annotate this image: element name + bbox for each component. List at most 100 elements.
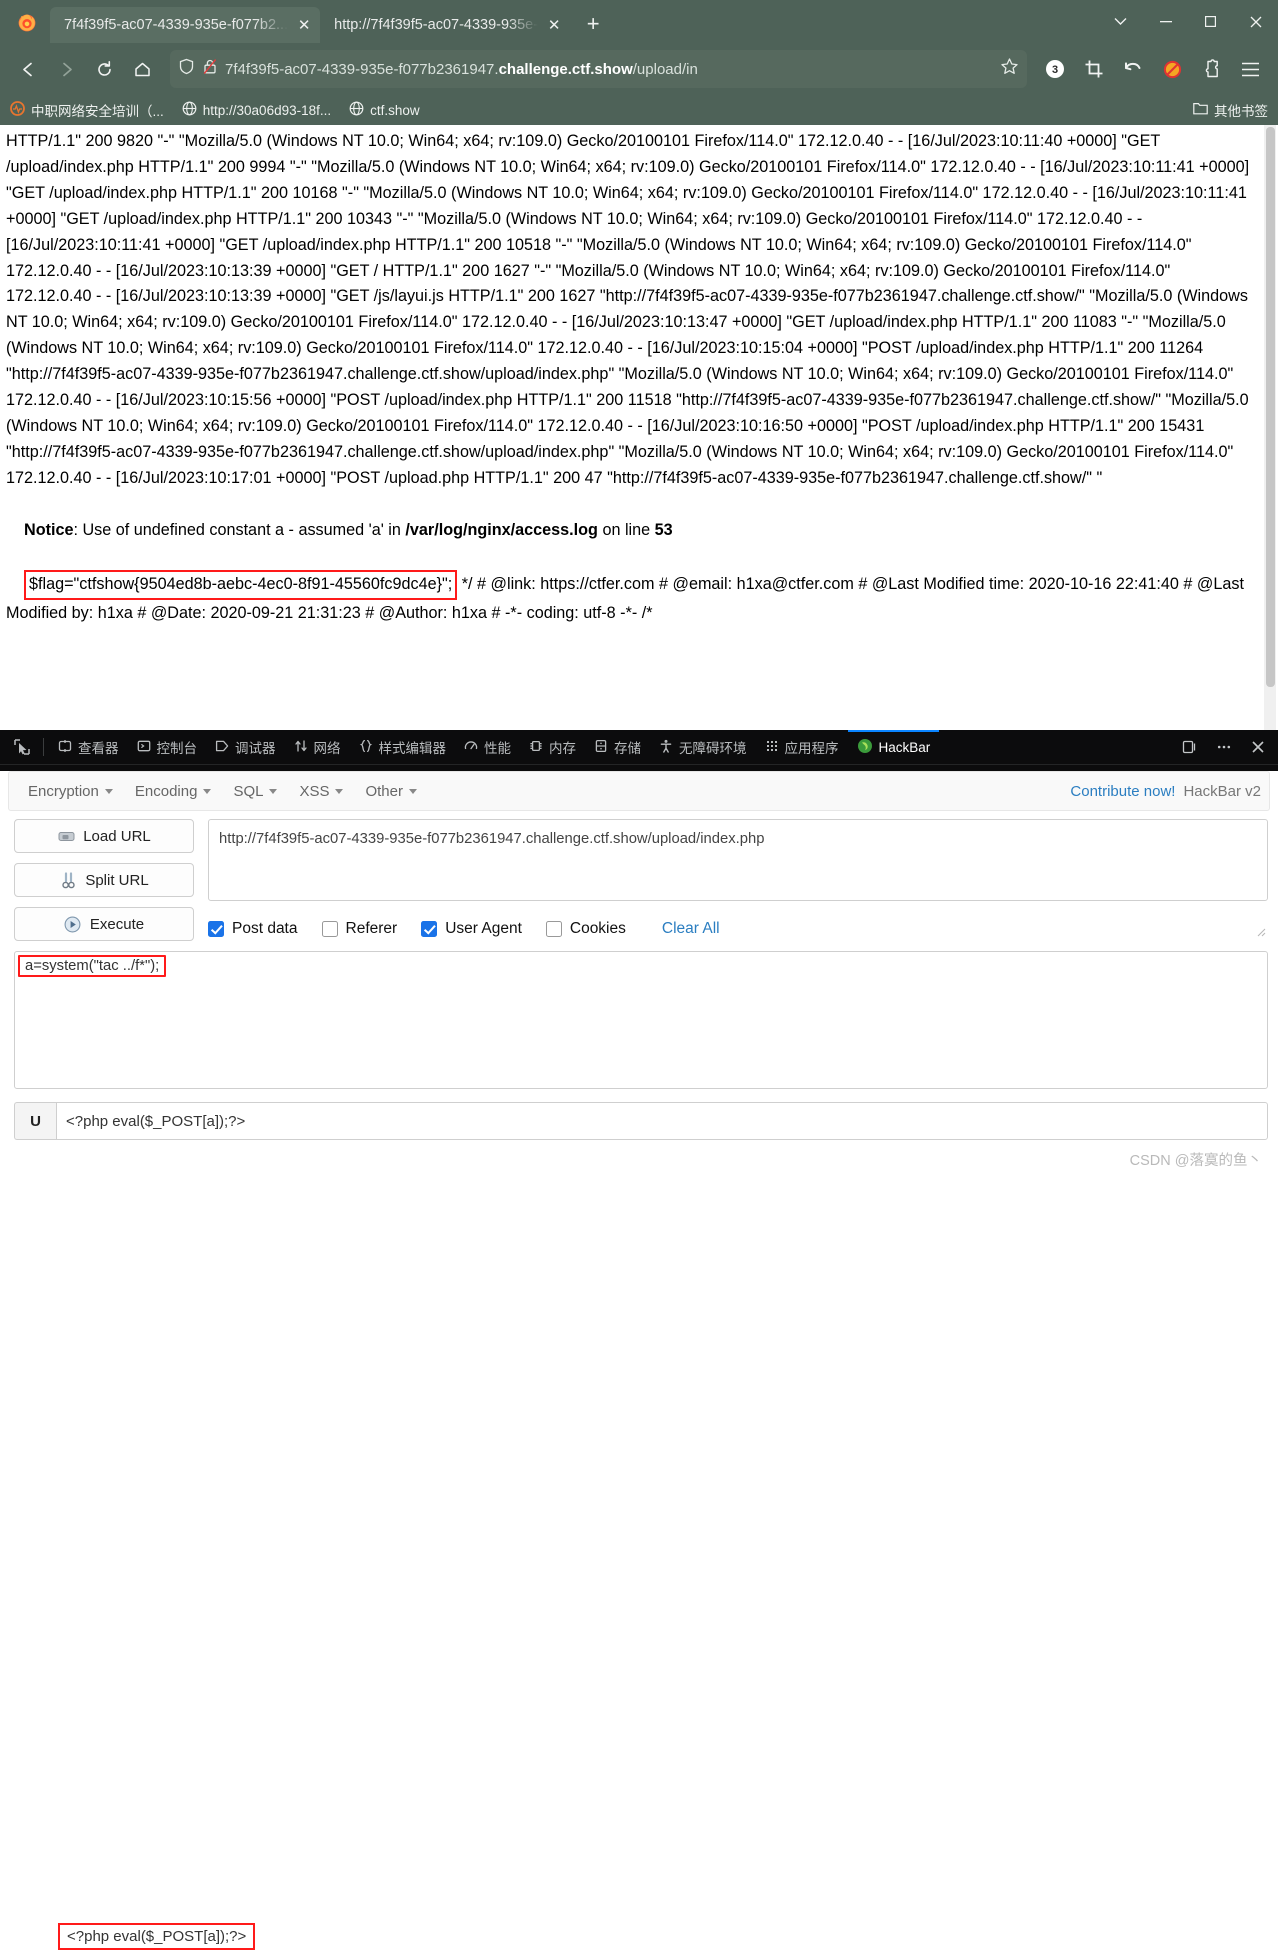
url-text[interactable]: 7f4f39f5-ac07-4339-935e-f077b2361947.cha… — [225, 61, 993, 78]
forward-button-icon[interactable] — [48, 51, 84, 87]
devtools-tab-console[interactable]: 控制台 — [128, 730, 207, 765]
devtools-tab-application[interactable]: 应用程序 — [756, 730, 848, 765]
browser-tab-1[interactable]: http://7f4f39f5-ac07-4339-935e- ✕ — [320, 7, 570, 43]
accessibility-icon — [659, 739, 673, 756]
bookmark-item-2[interactable]: ctf.show — [349, 101, 420, 119]
more-options-icon[interactable] — [1208, 732, 1240, 762]
maximize-window-icon[interactable] — [1188, 0, 1233, 43]
devtools-tab-inspector[interactable]: 查看器 — [49, 730, 128, 765]
devtools-tab-label: 应用程序 — [784, 741, 839, 756]
execute-button[interactable]: Execute — [14, 907, 194, 941]
shield-icon[interactable] — [178, 58, 195, 80]
access-log-text: HTTP/1.1" 200 9820 "-" "Mozilla/5.0 (Win… — [6, 129, 1260, 653]
chevron-down-icon — [408, 788, 417, 794]
devtools-tab-memory[interactable]: 内存 — [520, 730, 585, 765]
screenshot-crop-icon[interactable] — [1076, 51, 1112, 87]
cookies-checkbox[interactable]: Cookies — [545, 920, 626, 938]
console-icon — [137, 739, 151, 756]
adblock-disabled-icon[interactable] — [1154, 51, 1190, 87]
devtools-tab-label: 控制台 — [156, 741, 198, 756]
browser-tab-0[interactable]: 7f4f39f5-ac07-4339-935e-f077b2... ✕ — [50, 7, 321, 43]
post-data-input[interactable] — [14, 951, 1268, 1089]
element-picker-icon[interactable] — [6, 732, 38, 762]
close-devtools-icon[interactable] — [1242, 732, 1274, 762]
menu-label: Encoding — [134, 782, 198, 800]
user-agent-checkbox[interactable]: User Agent — [421, 920, 522, 938]
devtools-tab-label: 调试器 — [235, 741, 276, 756]
extension-count-badge-icon[interactable]: 3 — [1037, 51, 1073, 87]
extension-toolbar: 3 — [1037, 51, 1268, 87]
button-label: Split URL — [85, 871, 149, 889]
page-content: HTTP/1.1" 200 9820 "-" "Mozilla/5.0 (Win… — [0, 125, 1278, 730]
window-controls — [1098, 0, 1278, 43]
tab-title: http://7f4f39f5-ac07-4339-935e- — [334, 17, 539, 33]
hackbar-menu-other[interactable]: Other — [354, 779, 428, 804]
tab-close-icon[interactable]: ✕ — [294, 15, 314, 35]
hackbar-menu-encoding[interactable]: Encoding — [124, 779, 223, 804]
other-bookmarks-label: 其他书签 — [1214, 104, 1268, 119]
undo-arrow-icon[interactable] — [1115, 51, 1151, 87]
globe-icon — [182, 101, 197, 119]
php-notice: Notice: Use of undefined constant a - as… — [24, 521, 673, 539]
user-agent-input[interactable] — [56, 1102, 1268, 1140]
puzzle-extension-icon[interactable] — [1193, 51, 1229, 87]
browser-chrome: 7f4f39f5-ac07-4339-935e-f077b2... ✕ http… — [0, 0, 1278, 125]
bookmark-label: 中职网络安全培训（... — [31, 104, 164, 119]
devtools-tab-hackbar[interactable]: HackBar — [847, 729, 940, 765]
page-scrollbar[interactable] — [1264, 125, 1276, 730]
checkbox-box[interactable] — [321, 921, 338, 937]
menu-label: SQL — [233, 782, 264, 800]
scrollbar-thumb[interactable] — [1266, 127, 1275, 687]
application-icon — [765, 739, 779, 756]
hackbar-version-label: HackBar v2 — [1183, 782, 1261, 800]
checkbox-label: User Agent — [445, 920, 522, 937]
insecure-lock-icon[interactable] — [202, 58, 218, 80]
bookmark-star-icon[interactable] — [1000, 57, 1019, 81]
devtools-tab-label: 网络 — [313, 741, 341, 756]
address-bar[interactable]: 7f4f39f5-ac07-4339-935e-f077b2361947.cha… — [170, 50, 1027, 88]
back-button-icon[interactable] — [10, 51, 46, 87]
split-url-button[interactable]: Split URL — [14, 863, 194, 897]
bookmark-label: http://30a06d93-18f... — [202, 102, 332, 118]
devtools-tab-performance[interactable]: 性能 — [455, 730, 520, 765]
other-bookmarks-button[interactable]: 其他书签 — [1193, 100, 1268, 120]
checkbox-box[interactable] — [421, 921, 438, 937]
resize-handle-icon[interactable] — [1254, 924, 1266, 937]
bookmark-item-0[interactable]: 中职网络安全培训（... — [10, 100, 164, 120]
close-window-icon[interactable] — [1233, 0, 1278, 43]
tab-close-icon[interactable]: ✕ — [544, 15, 564, 35]
url-input[interactable] — [208, 819, 1268, 901]
hackbar-menu-sql[interactable]: SQL — [222, 779, 288, 804]
dock-toggle-icon[interactable] — [1174, 732, 1206, 762]
list-all-tabs-icon[interactable] — [1098, 0, 1143, 43]
reload-button-icon[interactable] — [86, 51, 122, 87]
referer-checkbox[interactable]: Referer — [321, 920, 397, 938]
button-label: Load URL — [83, 827, 151, 845]
devtools-tab-storage[interactable]: 存储 — [585, 730, 650, 765]
extension-badge-count: 3 — [1052, 64, 1058, 76]
post-data-checkbox[interactable]: Post data — [208, 920, 298, 938]
url-domain: challenge.ctf.show — [498, 60, 633, 78]
devtools-tab-debugger[interactable]: 调试器 — [206, 730, 285, 765]
bookmark-item-1[interactable]: http://30a06d93-18f... — [182, 101, 331, 119]
devtools-tab-style-editor[interactable]: 样式编辑器 — [350, 730, 456, 765]
new-tab-button[interactable]: + — [578, 9, 608, 39]
hackbar-menu-encryption[interactable]: Encryption — [17, 779, 124, 804]
checkbox-box[interactable] — [208, 921, 224, 937]
tab-title: 7f4f39f5-ac07-4339-935e-f077b2... — [64, 17, 289, 33]
hackbar-menu-xss[interactable]: XSS — [288, 779, 354, 804]
minimize-window-icon[interactable] — [1143, 0, 1188, 43]
devtools-tab-network[interactable]: 网络 — [285, 730, 350, 765]
home-button-icon[interactable] — [124, 51, 160, 87]
toolbar-divider — [43, 738, 44, 756]
clear-all-link[interactable]: Clear All — [662, 920, 720, 938]
contribute-link[interactable]: Contribute now! — [1070, 783, 1175, 800]
log-body: HTTP/1.1" 200 9820 "-" "Mozilla/5.0 (Win… — [6, 132, 1254, 487]
devtools-tab-accessibility[interactable]: 无障碍环境 — [650, 730, 756, 765]
app-menu-icon[interactable] — [1232, 51, 1268, 87]
hackbar-postdata-wrap: a=system("tac ../f*"); — [0, 941, 1278, 1094]
menu-label: Other — [365, 782, 403, 800]
load-url-button[interactable]: Load URL — [14, 819, 194, 853]
checkbox-box[interactable] — [545, 921, 562, 937]
chevron-down-icon — [269, 788, 278, 794]
